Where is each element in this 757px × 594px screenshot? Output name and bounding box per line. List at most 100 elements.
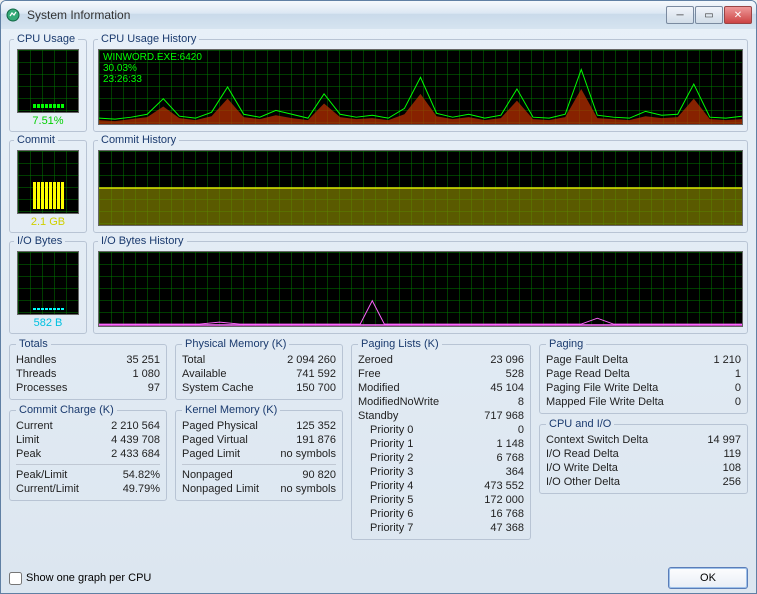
- maximize-button[interactable]: ▭: [695, 6, 723, 24]
- pm-cache-value: 150 700: [296, 381, 336, 395]
- pg-mfwd-label: Mapped File Write Delta: [546, 395, 664, 409]
- ci-iord-value: 119: [723, 447, 741, 461]
- km-pv-value: 191 876: [296, 433, 336, 447]
- io-history-graph: [98, 251, 743, 327]
- pl-p7-value: 47 368: [490, 521, 524, 535]
- app-icon: [5, 7, 21, 23]
- cpu-history-graph: WINWORD.EXE:6420 30.03% 23:26:33: [98, 49, 743, 125]
- io-gauge: [17, 251, 79, 315]
- pl-p4-label: Priority 4: [358, 479, 413, 493]
- pm-total-value: 2 094 260: [287, 353, 336, 367]
- titlebar[interactable]: System Information ─ ▭ ✕: [1, 1, 756, 29]
- io-panel: I/O Bytes 582 B: [9, 235, 87, 334]
- footer: Show one graph per CPU OK: [1, 565, 756, 593]
- commit-history-panel: Commit History: [93, 134, 748, 233]
- cc-peak-label: Peak: [16, 447, 41, 461]
- commit-history-legend: Commit History: [98, 134, 179, 146]
- km-pl-value: no symbols: [280, 447, 336, 461]
- system-information-window: System Information ─ ▭ ✕ CPU Usage: [0, 0, 757, 594]
- pl-free-value: 528: [506, 367, 524, 381]
- kernel-mem-legend: Kernel Memory (K): [182, 404, 280, 416]
- pl-zeroed-label: Zeroed: [358, 353, 393, 367]
- commit-history-graph: [98, 150, 743, 226]
- pl-p5-value: 172 000: [484, 493, 524, 507]
- pl-p0-value: 0: [518, 423, 524, 437]
- pm-cache-label: System Cache: [182, 381, 254, 395]
- paging-lists-legend: Paging Lists (K): [358, 338, 442, 350]
- io-history-legend: I/O Bytes History: [98, 235, 187, 247]
- close-button[interactable]: ✕: [724, 6, 752, 24]
- pl-p7-label: Priority 7: [358, 521, 413, 535]
- cc-peak-value: 2 433 684: [111, 447, 160, 461]
- pl-p6-value: 16 768: [490, 507, 524, 521]
- pm-avail-label: Available: [182, 367, 226, 381]
- cpu-io-legend: CPU and I/O: [546, 418, 614, 430]
- commit-row: Commit 2.1 GB Commit History: [9, 134, 748, 233]
- pg-prd-label: Page Read Delta: [546, 367, 630, 381]
- cc-currentlimit-label: Current/Limit: [16, 482, 79, 496]
- ci-iowd-label: I/O Write Delta: [546, 461, 618, 475]
- ok-button[interactable]: OK: [668, 567, 748, 589]
- pl-p1-value: 1 148: [496, 437, 524, 451]
- overlay-percent: 30.03%: [103, 63, 202, 74]
- pm-avail-value: 741 592: [296, 367, 336, 381]
- km-pl-label: Paged Limit: [182, 447, 240, 461]
- commit-legend: Commit: [14, 134, 58, 146]
- pl-p2-label: Priority 2: [358, 451, 413, 465]
- pl-modified-value: 45 104: [490, 381, 524, 395]
- paging-legend: Paging: [546, 338, 586, 350]
- km-np-value: 90 820: [302, 468, 336, 482]
- overlay-process: WINWORD.EXE:6420: [103, 52, 202, 63]
- overlay-time: 23:26:33: [103, 74, 202, 85]
- cc-peaklimit-label: Peak/Limit: [16, 468, 67, 482]
- commit-charge-panel: Commit Charge (K) Current2 210 564 Limit…: [9, 404, 167, 501]
- kernel-memory-panel: Kernel Memory (K) Paged Physical125 352 …: [175, 404, 343, 501]
- pl-zeroed-value: 23 096: [490, 353, 524, 367]
- minimize-button[interactable]: ─: [666, 6, 694, 24]
- commit-gauge: [17, 150, 79, 214]
- pl-modified-label: Modified: [358, 381, 400, 395]
- pl-p4-value: 473 552: [484, 479, 524, 493]
- cpu-usage-gauge: [17, 49, 79, 113]
- cc-current-value: 2 210 564: [111, 419, 160, 433]
- cpu-usage-legend: CPU Usage: [14, 33, 78, 45]
- pg-prd-value: 1: [735, 367, 741, 381]
- paging-lists-panel: Paging Lists (K) Zeroed23 096 Free528 Mo…: [351, 338, 531, 540]
- pl-p0-label: Priority 0: [358, 423, 413, 437]
- pl-p3-label: Priority 3: [358, 465, 413, 479]
- io-legend: I/O Bytes: [14, 235, 65, 247]
- km-pp-label: Paged Physical: [182, 419, 258, 433]
- cpu-row: CPU Usage 7.51% CPU Usage History: [9, 33, 748, 132]
- physical-memory-panel: Physical Memory (K) Total2 094 260 Avail…: [175, 338, 343, 400]
- pl-standby-value: 717 968: [484, 409, 524, 423]
- io-value: 582 B: [14, 317, 82, 329]
- ci-csd-label: Context Switch Delta: [546, 433, 648, 447]
- pg-pfd-label: Page Fault Delta: [546, 353, 628, 367]
- ci-iord-label: I/O Read Delta: [546, 447, 619, 461]
- show-one-graph-input[interactable]: [9, 572, 22, 585]
- pl-p5-label: Priority 5: [358, 493, 413, 507]
- km-np-label: Nonpaged: [182, 468, 233, 482]
- show-one-graph-checkbox[interactable]: Show one graph per CPU: [9, 572, 151, 585]
- cpu-usage-panel: CPU Usage 7.51%: [9, 33, 87, 132]
- io-row: I/O Bytes 582 B I/O Bytes History: [9, 235, 748, 334]
- pl-p3-value: 364: [506, 465, 524, 479]
- pl-modnw-label: ModifiedNoWrite: [358, 395, 439, 409]
- pm-total-label: Total: [182, 353, 205, 367]
- commit-panel: Commit 2.1 GB: [9, 134, 87, 233]
- pl-p6-label: Priority 6: [358, 507, 413, 521]
- pl-modnw-value: 8: [518, 395, 524, 409]
- totals-legend: Totals: [16, 338, 51, 350]
- commit-charge-legend: Commit Charge (K): [16, 404, 117, 416]
- cc-current-label: Current: [16, 419, 53, 433]
- threads-label: Threads: [16, 367, 56, 381]
- km-npl-label: Nonpaged Limit: [182, 482, 259, 496]
- totals-panel: Totals Handles35 251 Threads1 080 Proces…: [9, 338, 167, 400]
- show-one-graph-label: Show one graph per CPU: [26, 572, 151, 584]
- pg-pfwd-label: Paging File Write Delta: [546, 381, 658, 395]
- handles-value: 35 251: [126, 353, 160, 367]
- commit-value: 2.1 GB: [14, 216, 82, 228]
- km-pv-label: Paged Virtual: [182, 433, 248, 447]
- km-npl-value: no symbols: [280, 482, 336, 496]
- ci-iood-label: I/O Other Delta: [546, 475, 620, 489]
